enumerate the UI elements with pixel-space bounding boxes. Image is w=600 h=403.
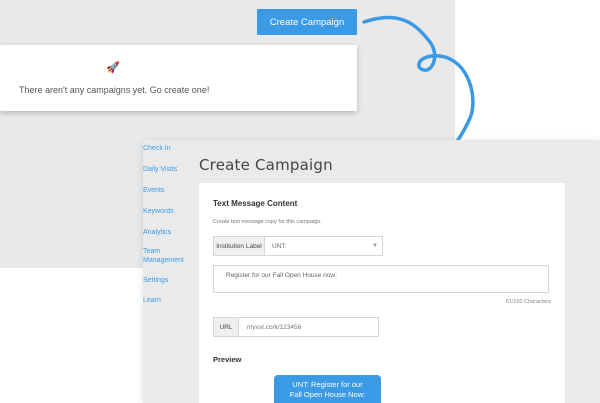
preview-message-bubble: UNT: Register for our Fall Open House No… [274, 375, 381, 403]
institution-label-select[interactable]: Institution Label UNT: ▼ [213, 236, 383, 256]
sidebar-item-events[interactable]: Events [143, 186, 191, 195]
message-textarea[interactable]: Register for our Fall Open House now: [213, 265, 549, 293]
chevron-down-icon[interactable]: ▼ [368, 237, 382, 255]
sidebar-item-check-in[interactable]: Check In [143, 144, 191, 153]
url-value[interactable]: myvst.co/k/123456 [239, 318, 378, 336]
sidebar-item-team[interactable]: Team [143, 247, 191, 256]
url-field[interactable]: URL myvst.co/k/123456 [213, 317, 379, 337]
url-addon: URL [214, 318, 239, 336]
create-campaign-panel: Check In Daily Visits Events Keywords An… [143, 140, 600, 403]
campaign-form-card: Text Message Content Create text message… [199, 183, 565, 403]
section-title: Text Message Content [213, 199, 298, 208]
helper-text: Create text message copy for this campai… [213, 219, 322, 225]
institution-label-addon: Institution Label [214, 237, 265, 255]
preview-line-2: Fall Open House Now: [289, 390, 366, 399]
sidebar-item-daily-visits[interactable]: Daily Visits [143, 165, 191, 174]
sidebar-item-learn[interactable]: Learn [143, 296, 191, 305]
institution-label-value[interactable]: UNT: [265, 237, 368, 255]
preview-title: Preview [213, 355, 242, 364]
sidebar-item-keywords[interactable]: Keywords [143, 207, 191, 216]
sidebar-item-management[interactable]: Management [143, 256, 191, 265]
sidebar-item-analytics[interactable]: Analytics [143, 228, 191, 237]
preview-line-1: UNT: Register for our [292, 380, 363, 389]
sidebar-item-settings[interactable]: Settings [143, 276, 191, 285]
page-title: Create Campaign [199, 156, 333, 174]
character-count: 61/160 Characters [505, 299, 551, 305]
